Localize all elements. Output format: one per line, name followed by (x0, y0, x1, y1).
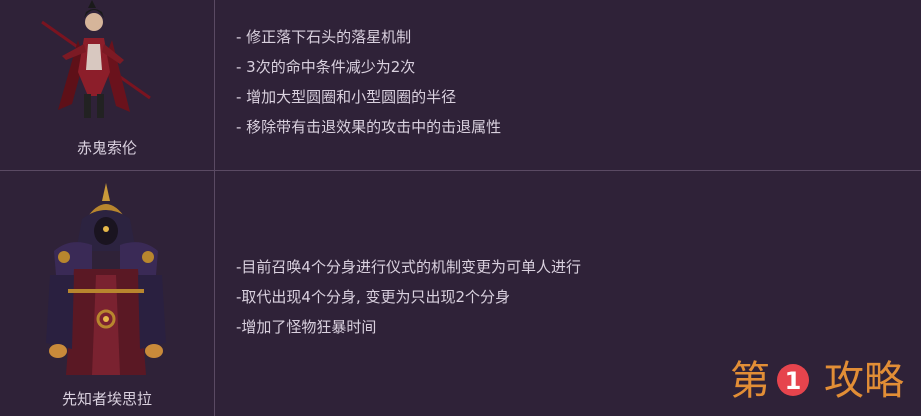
prophet-esra-portrait (46, 183, 166, 375)
character-cell: 赤鬼索伦 (0, 0, 215, 170)
note-item: - 增加大型圆圈和小型圆圈的半径 (236, 88, 457, 106)
table-row: 赤鬼索伦 - 修正落下石头的落星机制 - 3次的命中条件减少为2次 - 增加大型… (0, 0, 921, 171)
notes-cell: - 修正落下石头的落星机制 - 3次的命中条件减少为2次 - 增加大型圆圈和小型… (215, 0, 921, 170)
note-item: - 移除带有击退效果的攻击中的击退属性 (236, 118, 502, 136)
watermark-right-text: 攻略 (824, 358, 904, 404)
note-item: -增加了怪物狂暴时间 (236, 318, 377, 336)
notes-list: -目前召唤4个分身进行仪式的机制变更为可单人进行 -取代出现4个分身, 变更为只… (236, 257, 581, 347)
note-item: - 修正落下石头的落星机制 (236, 28, 412, 46)
note-item: -取代出现4个分身, 变更为只出现2个分身 (236, 288, 511, 306)
watermark-left-text: 第 (730, 358, 770, 404)
note-item: -目前召唤4个分身进行仪式的机制变更为可单人进行 (236, 258, 581, 276)
red-demon-soren-portrait (41, 0, 151, 118)
watermark-number: 1 (785, 367, 802, 395)
notes-list: - 修正落下石头的落星机制 - 3次的命中条件减少为2次 - 增加大型圆圈和小型… (236, 27, 501, 147)
character-name: 赤鬼索伦 (76, 139, 137, 157)
character-name: 先知者埃思拉 (61, 390, 152, 408)
site-watermark-logo: 第 1 攻略 (730, 358, 904, 404)
character-cell: 先知者埃思拉 (0, 171, 215, 416)
note-item: - 3次的命中条件减少为2次 (236, 58, 416, 76)
